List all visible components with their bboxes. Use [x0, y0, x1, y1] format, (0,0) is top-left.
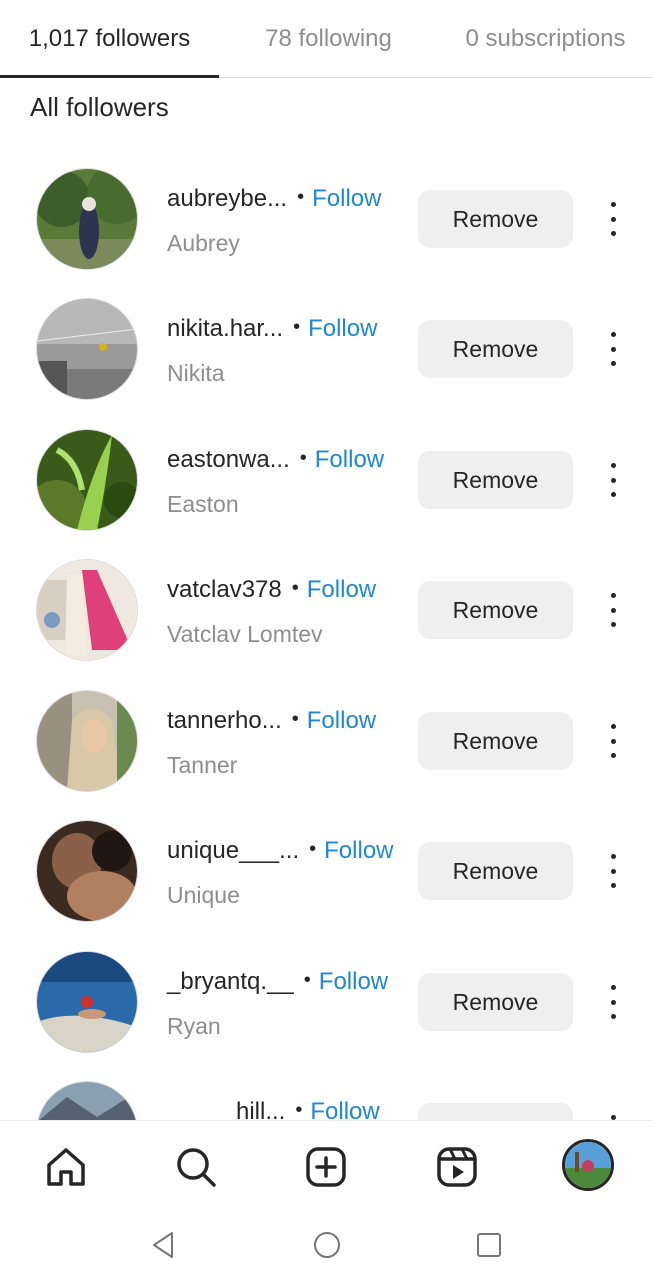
system-nav-bar: [0, 1210, 653, 1280]
follower-handle[interactable]: unique___...: [167, 837, 299, 865]
follower-name: Aubrey: [167, 230, 240, 256]
follow-tabs: 1,017 followers 78 following 0 subscript…: [0, 0, 653, 78]
tab-subscriptions[interactable]: 0 subscriptions: [438, 0, 653, 78]
recents-icon[interactable]: [472, 1228, 506, 1262]
more-options-icon[interactable]: [598, 854, 628, 888]
remove-button[interactable]: Remove: [418, 190, 573, 248]
more-options-icon[interactable]: [598, 202, 628, 236]
follow-link[interactable]: Follow: [315, 446, 384, 474]
profile-avatar[interactable]: [562, 1139, 614, 1191]
more-options-icon[interactable]: [598, 724, 628, 758]
avatar[interactable]: [36, 429, 138, 531]
tab-followers[interactable]: 1,017 followers: [0, 0, 219, 78]
follower-handle[interactable]: _bryantq.__: [167, 968, 294, 996]
avatar[interactable]: [36, 690, 138, 792]
list-item[interactable]: hill... • Follow: [0, 1063, 653, 1120]
list-item[interactable]: _bryantq.__ • Follow Ryan Remove: [0, 933, 653, 1063]
follow-link[interactable]: Follow: [307, 576, 376, 604]
more-options-icon[interactable]: [598, 332, 628, 366]
separator-dot: •: [309, 837, 317, 860]
avatar[interactable]: [36, 820, 138, 922]
follower-handle[interactable]: tannerho...: [167, 707, 282, 735]
follow-link[interactable]: Follow: [307, 707, 376, 735]
separator-dot: •: [295, 1098, 303, 1121]
follow-link[interactable]: Follow: [319, 968, 388, 996]
avatar[interactable]: [36, 298, 138, 400]
section-title: All followers: [30, 92, 169, 122]
follower-name: Easton: [167, 491, 239, 517]
avatar[interactable]: [36, 559, 138, 661]
follower-handle[interactable]: hill...: [236, 1098, 285, 1120]
follow-link[interactable]: Follow: [308, 315, 377, 343]
remove-button[interactable]: [418, 1103, 573, 1120]
more-options-icon[interactable]: [598, 463, 628, 497]
follower-name: Vatclav Lomtev: [167, 621, 323, 647]
separator-dot: •: [291, 576, 299, 599]
bottom-nav: [0, 1120, 653, 1210]
list-item[interactable]: eastonwa... • Follow Easton Remove: [0, 411, 653, 541]
create-icon[interactable]: [302, 1143, 350, 1191]
follow-link[interactable]: Follow: [310, 1098, 379, 1120]
list-item[interactable]: vatclav378 • Follow Vatclav Lomtev Remov…: [0, 541, 653, 671]
home-circle-icon[interactable]: [310, 1228, 344, 1262]
follower-handle[interactable]: eastonwa...: [167, 446, 290, 474]
follower-name: Tanner: [167, 752, 238, 778]
avatar[interactable]: [36, 1081, 138, 1120]
home-icon[interactable]: [42, 1143, 90, 1191]
list-item[interactable]: tannerho... • Follow Tanner Remove: [0, 672, 653, 802]
follower-name: Unique: [167, 882, 240, 908]
remove-button[interactable]: Remove: [418, 451, 573, 509]
separator-dot: •: [291, 707, 299, 730]
follower-handle[interactable]: aubreybe...: [167, 185, 287, 213]
active-tab-indicator: [0, 75, 219, 78]
separator-dot: •: [303, 968, 311, 991]
remove-button[interactable]: Remove: [418, 712, 573, 770]
list-item[interactable]: aubreybe... • Follow Aubrey Remove: [0, 150, 653, 280]
remove-button[interactable]: Remove: [418, 320, 573, 378]
more-options-icon[interactable]: [598, 985, 628, 1019]
separator-dot: •: [299, 446, 307, 469]
remove-button[interactable]: Remove: [418, 973, 573, 1031]
avatar[interactable]: [36, 951, 138, 1053]
back-icon[interactable]: [146, 1228, 180, 1262]
follow-link[interactable]: Follow: [324, 837, 393, 865]
reels-icon[interactable]: [433, 1143, 481, 1191]
follower-name: Nikita: [167, 360, 225, 386]
list-item[interactable]: nikita.har... • Follow Nikita Remove: [0, 280, 653, 410]
follower-handle[interactable]: vatclav378: [167, 576, 282, 604]
followers-list: aubreybe... • Follow Aubrey Remove nikit…: [0, 150, 653, 1120]
tab-following[interactable]: 78 following: [219, 0, 438, 78]
more-options-icon[interactable]: [598, 593, 628, 627]
avatar[interactable]: [36, 168, 138, 270]
search-icon[interactable]: [172, 1143, 220, 1191]
separator-dot: •: [297, 185, 305, 208]
follow-link[interactable]: Follow: [312, 185, 381, 213]
follower-name: Ryan: [167, 1013, 221, 1039]
remove-button[interactable]: Remove: [418, 842, 573, 900]
list-item[interactable]: unique___... • Follow Unique Remove: [0, 802, 653, 932]
remove-button[interactable]: Remove: [418, 581, 573, 639]
follower-handle[interactable]: nikita.har...: [167, 315, 283, 343]
separator-dot: •: [293, 315, 301, 338]
